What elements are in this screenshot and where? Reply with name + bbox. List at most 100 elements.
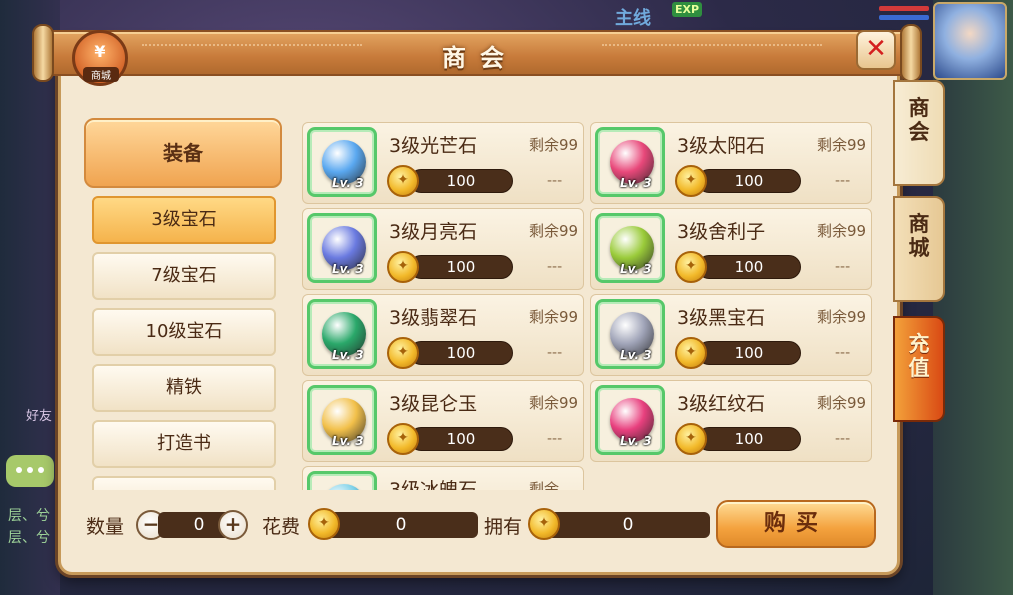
item-icon-frame[interactable]: Lv. 3: [595, 385, 665, 455]
close-icon: ✕: [865, 34, 887, 64]
shop-logo-icon: ¥ 商城: [72, 30, 128, 86]
increase-quantity-button[interactable]: +: [218, 510, 248, 540]
shop-content: 装备 3级宝石 7级宝石 10级宝石 精铁 打造书 Lv. 3 3级光芒石 剩余99…: [64, 88, 894, 490]
item-level: Lv. 3: [332, 348, 364, 362]
item-stock: ---: [547, 345, 563, 361]
item-price-value: 100: [734, 430, 764, 448]
item-price: 100: [409, 427, 513, 451]
shop-item-card[interactable]: Lv. 3 3级翡翠石 剩余99 100 ---: [302, 294, 584, 376]
item-price: 100: [697, 427, 801, 451]
subcategory-label: 精铁: [166, 377, 202, 398]
tab-label: 充值: [908, 332, 930, 380]
item-icon-frame[interactable]: Lv. 3: [307, 213, 377, 283]
shop-item-card[interactable]: Lv. 3 3级黑宝石 剩余99 100 ---: [590, 294, 872, 376]
close-button[interactable]: ✕: [856, 30, 896, 70]
coin-icon: [675, 251, 707, 283]
tab-label: 商会: [908, 96, 930, 144]
item-price-value: 100: [446, 172, 476, 190]
cost-value: 0: [395, 515, 407, 535]
coin-icon: [387, 251, 419, 283]
hp-bar: [879, 6, 929, 11]
item-icon-frame[interactable]: Lv. 3: [307, 299, 377, 369]
tab-recharge[interactable]: 充值: [893, 316, 945, 422]
player-bars: [879, 6, 929, 24]
owned-field: 0: [546, 512, 710, 538]
item-price: 100: [697, 255, 801, 279]
item-icon-frame[interactable]: Lv. 3: [595, 213, 665, 283]
cost-label: 花费: [262, 516, 301, 538]
coin-icon: [387, 337, 419, 369]
item-remaining: 剩余99: [529, 308, 579, 326]
item-icon-frame[interactable]: Lv. 3: [307, 471, 377, 490]
item-level: Lv. 3: [332, 434, 364, 448]
tab-mall[interactable]: 商城: [893, 196, 945, 302]
item-price-value: 100: [446, 344, 476, 362]
item-name: 3级黑宝石: [677, 307, 766, 329]
player-avatar[interactable]: [933, 2, 1007, 80]
subcategory-item[interactable]: [92, 476, 276, 490]
category-equipment-button[interactable]: 装备: [84, 118, 282, 188]
item-stock: ---: [547, 431, 563, 447]
item-icon-frame[interactable]: Lv. 3: [595, 127, 665, 197]
item-name: 3级昆仑玉: [389, 393, 478, 415]
chat-line: 层、兮: [8, 530, 50, 546]
item-name: 3级翡翠石: [389, 307, 478, 329]
item-name: 3级太阳石: [677, 135, 766, 157]
item-icon-frame[interactable]: Lv. 3: [307, 385, 377, 455]
item-remaining: 剩余99: [529, 222, 579, 240]
shop-item-card[interactable]: Lv. 3 3级舍利子 剩余99 100 ---: [590, 208, 872, 290]
shop-item-card[interactable]: Lv. 33级冰魄石剩余100---: [302, 466, 584, 490]
shop-item-card[interactable]: Lv. 3 3级昆仑玉 剩余99 100 ---: [302, 380, 584, 462]
subcategory-item[interactable]: 打造书: [92, 420, 276, 468]
cost-field: 0: [324, 512, 478, 538]
chat-icon[interactable]: [6, 455, 54, 487]
shop-item-card[interactable]: Lv. 3 3级太阳石 剩余99 100 ---: [590, 122, 872, 204]
subcategory-item[interactable]: 10级宝石: [92, 308, 276, 356]
item-stock: ---: [835, 259, 851, 275]
item-icon-frame[interactable]: Lv. 3: [307, 127, 377, 197]
subcategory-list[interactable]: 3级宝石 7级宝石 10级宝石 精铁 打造书: [92, 196, 276, 490]
item-remaining: 剩余99: [817, 136, 867, 154]
quest-tracker-label[interactable]: 主线: [615, 4, 651, 30]
item-name: 3级红纹石: [677, 393, 766, 415]
item-stock: ---: [835, 345, 851, 361]
coin-icon: [528, 508, 560, 540]
item-icon-frame[interactable]: Lv. 3: [595, 299, 665, 369]
quantity-label: 数量: [86, 516, 125, 538]
chat-log: 层、兮 层、兮: [8, 505, 50, 549]
coin-icon: [675, 337, 707, 369]
friend-button[interactable]: 好友: [26, 405, 52, 424]
gem-icon: [322, 484, 366, 490]
item-stock: ---: [547, 259, 563, 275]
subcategory-label: 3级宝石: [151, 209, 217, 230]
item-level: Lv. 3: [620, 348, 652, 362]
subcategory-label: 7级宝石: [151, 265, 217, 286]
item-price-value: 100: [446, 430, 476, 448]
mp-bar: [879, 15, 929, 20]
title-bar: 商会: [40, 30, 920, 76]
item-level: Lv. 3: [332, 176, 364, 190]
shop-item-card[interactable]: Lv. 3 3级红纹石 剩余99 100 ---: [590, 380, 872, 462]
plus-icon: +: [224, 512, 242, 536]
scroll-ornament-left: [32, 24, 54, 82]
shop-item-card[interactable]: Lv. 3 3级月亮石 剩余99 100 ---: [302, 208, 584, 290]
coin-icon: [387, 423, 419, 455]
subcategory-item[interactable]: 7级宝石: [92, 252, 276, 300]
item-name: 3级月亮石: [389, 221, 478, 243]
item-grid[interactable]: Lv. 33级光芒石剩余99100---Lv. 33级太阳石剩余99100---…: [302, 122, 877, 490]
item-price-value: 100: [446, 258, 476, 276]
category-label: 装备: [163, 141, 203, 165]
chat-line: 层、兮: [8, 508, 50, 524]
subcategory-item[interactable]: 3级宝石: [92, 196, 276, 244]
shop-item-card[interactable]: Lv. 3 3级光芒石 剩余99 100 ---: [302, 122, 584, 204]
coin-icon: [387, 165, 419, 197]
tab-chamber-of-commerce[interactable]: 商会: [893, 80, 945, 186]
subcategory-item[interactable]: 精铁: [92, 364, 276, 412]
shop-logo-label: 商城: [83, 67, 119, 82]
buy-button[interactable]: 购买: [716, 500, 876, 548]
item-name: 3级舍利子: [677, 221, 766, 243]
subcategory-label: 打造书: [157, 433, 211, 454]
item-remaining: 剩余99: [817, 308, 867, 326]
buy-label: 购买: [763, 511, 828, 536]
background-right: [933, 0, 1013, 595]
